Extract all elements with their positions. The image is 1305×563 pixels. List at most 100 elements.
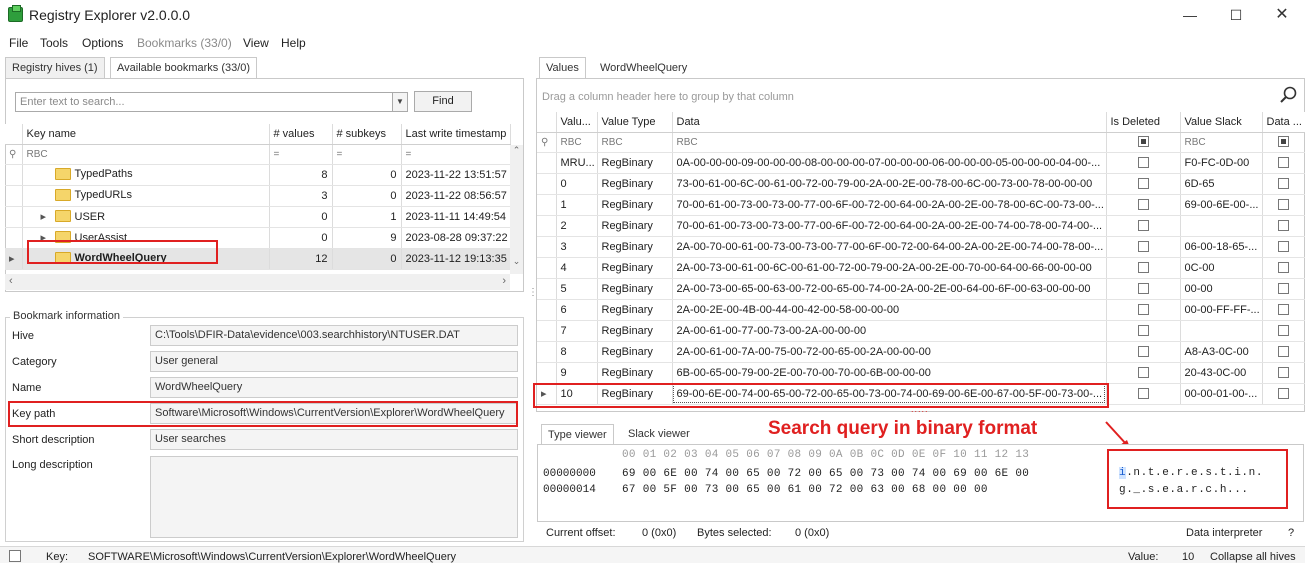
scroll-left-icon[interactable]: ‹ <box>9 275 13 287</box>
category-field[interactable]: User general <box>150 351 518 372</box>
tab-type-viewer[interactable]: Type viewer <box>541 424 614 446</box>
keys-scrollbar[interactable]: ⌃ ⌄ <box>510 145 523 274</box>
status-checkbox[interactable] <box>9 550 21 562</box>
filter-last-write[interactable]: = <box>401 144 511 165</box>
splitter-handle[interactable]: ⋮ <box>528 288 538 310</box>
data-interpreter-button[interactable]: Data interpreter <box>1186 527 1262 539</box>
ascii-highlight-box <box>1107 449 1288 509</box>
menu-file[interactable]: File <box>9 36 28 50</box>
tab-registry-hives[interactable]: Registry hives (1) <box>5 57 105 79</box>
maximize-button[interactable]: ☐ <box>1213 0 1259 30</box>
is-deleted-checkbox[interactable] <box>1106 173 1181 195</box>
hex-bytes-1[interactable]: 67 00 5F 00 73 00 65 00 61 00 72 00 63 0… <box>622 484 988 496</box>
data-extra-checkbox[interactable] <box>1262 173 1305 195</box>
filter-value-name[interactable]: RBC <box>556 132 598 153</box>
col-last-write[interactable]: Last write timestamp <box>401 124 511 145</box>
data-extra-checkbox[interactable] <box>1262 383 1305 405</box>
is-deleted-checkbox[interactable] <box>1106 194 1181 216</box>
filter-value-type[interactable]: RBC <box>597 132 673 153</box>
filter-value-slack[interactable]: RBC <box>1180 132 1263 153</box>
is-deleted-checkbox[interactable] <box>1106 278 1181 300</box>
menu-bookmarks[interactable]: Bookmarks (33/0) <box>137 36 232 50</box>
is-deleted-checkbox[interactable] <box>1106 341 1181 363</box>
value-row[interactable]: 3 RegBinary 2A-00-70-00-61-00-73-00-73-00-… <box>537 236 1305 258</box>
value-row[interactable]: 2 RegBinary 70-00-61-00-73-00-73-00-77-00-… <box>537 215 1305 237</box>
is-deleted-checkbox[interactable] <box>1106 320 1181 342</box>
menu-view[interactable]: View <box>243 36 269 50</box>
value-row[interactable]: 4 RegBinary 2A-00-73-00-61-00-6C-00-61-00-… <box>537 257 1305 279</box>
col-value-type[interactable]: Value Type <box>597 112 673 133</box>
hex-bytes-0[interactable]: 69 00 6E 00 74 00 65 00 72 00 65 00 73 0… <box>622 468 1029 480</box>
data-extra-checkbox[interactable] <box>1262 236 1305 258</box>
is-deleted-checkbox[interactable] <box>1106 299 1181 321</box>
tab-values[interactable]: Values <box>539 57 586 79</box>
value-data-cell: 2A-00-2E-00-4B-00-44-00-42-00-58-00-00-0… <box>672 299 1107 321</box>
value-row[interactable]: 7 RegBinary 2A-00-61-00-77-00-73-00-2A-00-… <box>537 320 1305 342</box>
value-row[interactable]: 9 RegBinary 6B-00-65-00-79-00-2E-00-70-00-… <box>537 362 1305 384</box>
table-row[interactable]: TypedPaths 8 0 2023-11-22 13:51:57 <box>5 164 511 186</box>
table-row[interactable]: TypedURLs 3 0 2023-11-22 08:56:57 <box>5 185 511 207</box>
menu-options[interactable]: Options <box>82 36 123 50</box>
is-deleted-checkbox[interactable] <box>1106 383 1181 405</box>
longdesc-field[interactable] <box>150 456 518 538</box>
search-dropdown-button[interactable]: ▼ <box>392 92 408 112</box>
close-button[interactable]: ✕ <box>1259 0 1305 30</box>
name-field[interactable]: WordWheelQuery <box>150 377 518 398</box>
filter-key-name[interactable]: RBC <box>22 144 270 165</box>
value-row[interactable]: 0 RegBinary 73-00-61-00-6C-00-61-00-72-00-… <box>537 173 1305 195</box>
table-row[interactable]: ▸ USER 0 1 2023-11-11 14:49:54 <box>5 206 511 228</box>
is-deleted-checkbox[interactable] <box>1106 215 1181 237</box>
help-icon[interactable]: ? <box>1288 527 1294 539</box>
filter-values[interactable]: = <box>269 144 333 165</box>
data-extra-checkbox[interactable] <box>1262 152 1305 174</box>
scroll-right-icon[interactable]: › <box>502 275 506 287</box>
tab-slack-viewer[interactable]: Slack viewer <box>628 428 690 440</box>
is-deleted-checkbox[interactable] <box>1106 362 1181 384</box>
value-row[interactable]: MRU... RegBinary 0A-00-00-00-09-00-00-00-0… <box>537 152 1305 174</box>
shortdesc-field[interactable]: User searches <box>150 429 518 450</box>
value-row[interactable]: 1 RegBinary 70-00-61-00-73-00-73-00-77-00-… <box>537 194 1305 216</box>
search-input[interactable]: Enter text to search... <box>15 92 393 112</box>
col-data-extra[interactable]: Data ... <box>1262 112 1305 133</box>
value-row[interactable]: 5 RegBinary 2A-00-73-00-65-00-63-00-72-00-… <box>537 278 1305 300</box>
data-extra-checkbox[interactable] <box>1262 320 1305 342</box>
menu-help[interactable]: Help <box>281 36 306 50</box>
value-row[interactable]: 6 RegBinary 2A-00-2E-00-4B-00-44-00-42-00-… <box>537 299 1305 321</box>
is-deleted-checkbox[interactable] <box>1106 152 1181 174</box>
data-extra-checkbox[interactable] <box>1262 257 1305 279</box>
col-subkeys[interactable]: # subkeys <box>332 124 402 145</box>
search-icon[interactable] <box>1279 86 1297 104</box>
filter-data-extra[interactable] <box>1262 132 1305 153</box>
find-button[interactable]: Find <box>414 91 472 112</box>
data-extra-checkbox[interactable] <box>1262 299 1305 321</box>
col-data[interactable]: Data <box>672 112 1107 133</box>
col-key-name[interactable]: Key name <box>22 124 270 145</box>
col-value-slack[interactable]: Value Slack <box>1180 112 1263 133</box>
filter-is-deleted[interactable] <box>1106 132 1181 153</box>
data-extra-checkbox[interactable] <box>1262 341 1305 363</box>
expand-icon[interactable]: ▸ <box>41 210 55 223</box>
data-extra-checkbox[interactable] <box>1262 278 1305 300</box>
filter-subkeys[interactable]: = <box>332 144 402 165</box>
menu-tools[interactable]: Tools <box>40 36 68 50</box>
is-deleted-checkbox[interactable] <box>1106 257 1181 279</box>
value-row[interactable]: 8 RegBinary 2A-00-61-00-7A-00-75-00-72-00-… <box>537 341 1305 363</box>
hive-field[interactable]: C:\Tools\DFIR-Data\evidence\003.searchhi… <box>150 325 518 346</box>
filter-data[interactable]: RBC <box>672 132 1107 153</box>
row-pointer-icon <box>537 173 557 195</box>
data-extra-checkbox[interactable] <box>1262 194 1305 216</box>
row-pointer-icon <box>537 299 557 321</box>
minimize-button[interactable]: — <box>1167 0 1213 30</box>
scroll-down-icon[interactable]: ⌄ <box>510 256 523 267</box>
scroll-up-icon[interactable]: ⌃ <box>510 145 523 156</box>
tab-available-bookmarks[interactable]: Available bookmarks (33/0) <box>110 57 258 79</box>
keys-hscrollbar[interactable]: ‹ › <box>5 274 510 290</box>
col-value-name[interactable]: Valu... <box>556 112 598 133</box>
data-extra-checkbox[interactable] <box>1262 362 1305 384</box>
col-is-deleted[interactable]: Is Deleted <box>1106 112 1181 133</box>
col-values[interactable]: # values <box>269 124 333 145</box>
is-deleted-checkbox[interactable] <box>1106 236 1181 258</box>
collapse-all-hives-button[interactable]: Collapse all hives <box>1210 551 1296 563</box>
tab-wordwheelquery[interactable]: WordWheelQuery <box>600 62 687 74</box>
data-extra-checkbox[interactable] <box>1262 215 1305 237</box>
